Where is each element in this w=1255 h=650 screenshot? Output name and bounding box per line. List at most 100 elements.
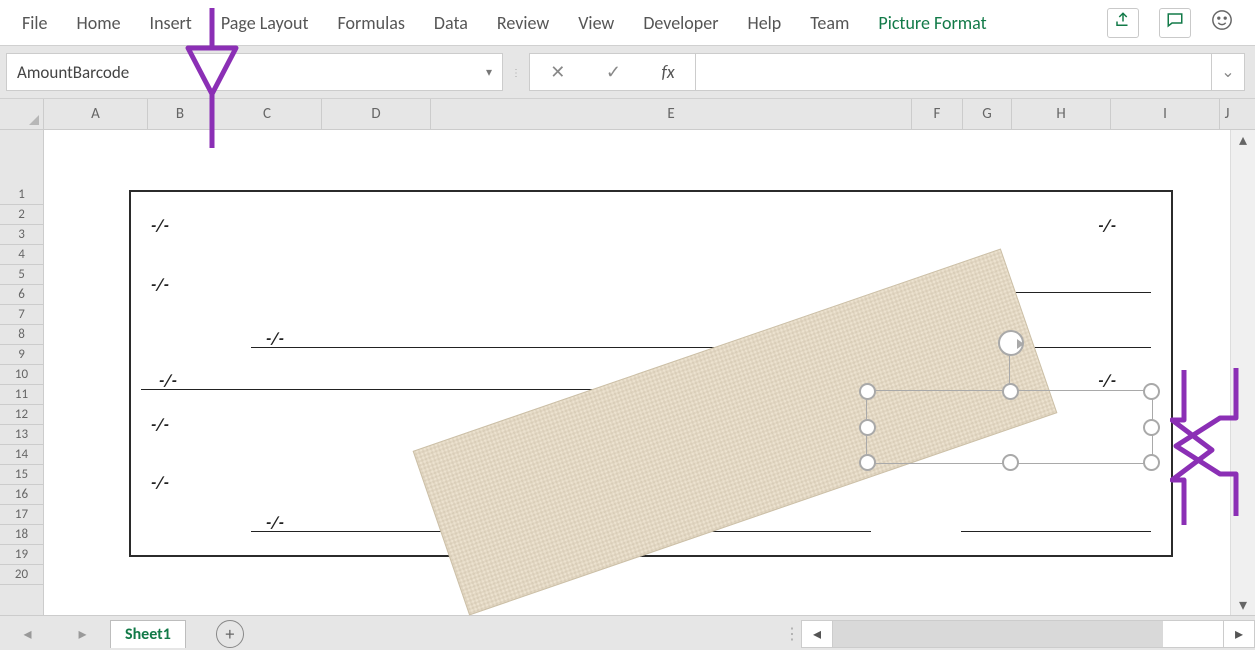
resize-handle-se[interactable]: [1143, 454, 1160, 471]
placeholder-bottom-left: -/-: [151, 472, 169, 493]
comment-icon: [1166, 11, 1184, 34]
cancel-formula-button[interactable]: ✕: [550, 61, 565, 83]
splitter-handle[interactable]: ⋮: [509, 66, 523, 79]
confirm-formula-button[interactable]: ✓: [606, 61, 621, 83]
smile-icon: [1211, 10, 1233, 37]
scroll-down-button[interactable]: ▾: [1231, 595, 1255, 615]
ribbon-tabs: File Home Insert Page Layout Formulas Da…: [20, 7, 989, 39]
resize-handle-nw[interactable]: [859, 383, 876, 400]
col-G[interactable]: G: [963, 99, 1012, 129]
row-19[interactable]: 19: [0, 545, 43, 565]
resize-handle-s[interactable]: [1002, 454, 1019, 471]
scroll-right-button[interactable]: ▸: [1223, 620, 1255, 648]
tab-picture-format[interactable]: Picture Format: [876, 7, 988, 39]
splitter-handle[interactable]: ⋮: [783, 624, 801, 644]
placeholder-pay-right: -/-: [1098, 370, 1116, 391]
formula-controls: ✕ ✓ fx: [529, 53, 696, 91]
row-3[interactable]: 3: [0, 225, 43, 245]
expand-formula-bar[interactable]: ⌄: [1212, 53, 1245, 91]
sheet-tab-bar: ◂ ▸ Sheet1 + ⋮ ◂ ▸: [0, 615, 1255, 650]
line-signature: [961, 531, 1151, 532]
sheet-canvas[interactable]: -/- -/- -/- -/- -/- -/- -/- -/- -/- -/- …: [44, 130, 1255, 615]
line-date: [996, 292, 1151, 293]
col-C[interactable]: C: [213, 99, 322, 129]
resize-handle-w[interactable]: [859, 419, 876, 436]
formula-input[interactable]: [696, 53, 1212, 91]
row-13[interactable]: 13: [0, 425, 43, 445]
row-14[interactable]: 14: [0, 445, 43, 465]
col-H[interactable]: H: [1012, 99, 1111, 129]
ribbon-right: [1107, 8, 1233, 38]
tab-review[interactable]: Review: [495, 7, 551, 39]
resize-handle-sw[interactable]: [859, 454, 876, 471]
placeholder-pay-left: -/-: [159, 370, 177, 391]
tab-insert[interactable]: Insert: [148, 7, 194, 39]
tab-developer[interactable]: Developer: [641, 7, 720, 39]
row-17[interactable]: 17: [0, 505, 43, 525]
rotate-handle[interactable]: [998, 330, 1024, 356]
resize-handle-e[interactable]: [1143, 419, 1160, 436]
chevron-down-icon[interactable]: ▾: [486, 65, 492, 80]
row-5[interactable]: 5: [0, 265, 43, 285]
row-16[interactable]: 16: [0, 485, 43, 505]
placeholder-memo-left: -/-: [151, 414, 169, 435]
col-B[interactable]: B: [148, 99, 213, 129]
sheet-next-button[interactable]: ▸: [78, 624, 86, 644]
scroll-left-button[interactable]: ◂: [801, 620, 833, 648]
col-J[interactable]: J: [1220, 99, 1234, 129]
selected-picture-amountbarcode[interactable]: [866, 390, 1153, 464]
name-box[interactable]: AmountBarcode ▾: [6, 53, 503, 91]
row-4[interactable]: 4: [0, 245, 43, 265]
insert-function-button[interactable]: fx: [661, 61, 674, 83]
row-8[interactable]: 8: [0, 325, 43, 345]
resize-handle-ne[interactable]: [1143, 383, 1160, 400]
tab-data[interactable]: Data: [432, 7, 470, 39]
tab-formulas[interactable]: Formulas: [336, 7, 407, 39]
placeholder-sig-left: -/-: [266, 512, 284, 533]
tab-help[interactable]: Help: [745, 7, 783, 39]
hscroll-track[interactable]: [833, 620, 1223, 648]
tab-page-layout[interactable]: Page Layout: [219, 7, 311, 39]
add-sheet-button[interactable]: +: [216, 620, 244, 648]
resize-handle-n[interactable]: [1002, 383, 1019, 400]
chevron-down-icon: ⌄: [1221, 62, 1234, 82]
hscroll-thumb[interactable]: [833, 621, 1163, 647]
tab-team[interactable]: Team: [808, 7, 851, 39]
row-headers: 1 2 3 4 5 6 7 8 9 10 11 12 13 14 15 16 1…: [0, 130, 44, 615]
row-20[interactable]: 20: [0, 565, 43, 585]
row-1[interactable]: 1: [0, 185, 43, 205]
sheet-tab-active[interactable]: Sheet1: [110, 620, 186, 648]
vertical-scrollbar[interactable]: ▴ ▾: [1230, 130, 1255, 615]
col-D[interactable]: D: [322, 99, 431, 129]
row-10[interactable]: 10: [0, 365, 43, 385]
row-7[interactable]: 7: [0, 305, 43, 325]
placeholder-top-left: -/-: [151, 215, 169, 236]
row-6[interactable]: 6: [0, 285, 43, 305]
tab-file[interactable]: File: [20, 7, 50, 39]
row-gap: [0, 130, 43, 185]
worksheet-grid: 1 2 3 4 5 6 7 8 9 10 11 12 13 14 15 16 1…: [0, 130, 1255, 615]
sheet-prev-button[interactable]: ◂: [23, 624, 31, 644]
tab-home[interactable]: Home: [75, 7, 123, 39]
row-2[interactable]: 2: [0, 205, 43, 225]
select-all-corner[interactable]: [0, 99, 44, 129]
col-F[interactable]: F: [912, 99, 963, 129]
placeholder-top-right: -/-: [1098, 215, 1116, 236]
row-9[interactable]: 9: [0, 345, 43, 365]
row-18[interactable]: 18: [0, 525, 43, 545]
tab-view[interactable]: View: [576, 7, 616, 39]
col-I[interactable]: I: [1111, 99, 1220, 129]
col-A[interactable]: A: [44, 99, 148, 129]
scroll-up-button[interactable]: ▴: [1231, 130, 1255, 150]
col-E[interactable]: E: [431, 99, 912, 129]
horizontal-scrollbar[interactable]: ⋮ ◂ ▸: [783, 620, 1255, 648]
placeholder-l2: -/-: [151, 274, 169, 295]
sheet-nav: ◂ ▸: [0, 624, 110, 644]
share-button[interactable]: [1107, 8, 1139, 38]
row-12[interactable]: 12: [0, 405, 43, 425]
comments-button[interactable]: [1159, 8, 1191, 38]
row-15[interactable]: 15: [0, 465, 43, 485]
name-box-value: AmountBarcode: [17, 62, 129, 83]
feedback-button[interactable]: [1211, 9, 1233, 37]
row-11[interactable]: 11: [0, 385, 43, 405]
